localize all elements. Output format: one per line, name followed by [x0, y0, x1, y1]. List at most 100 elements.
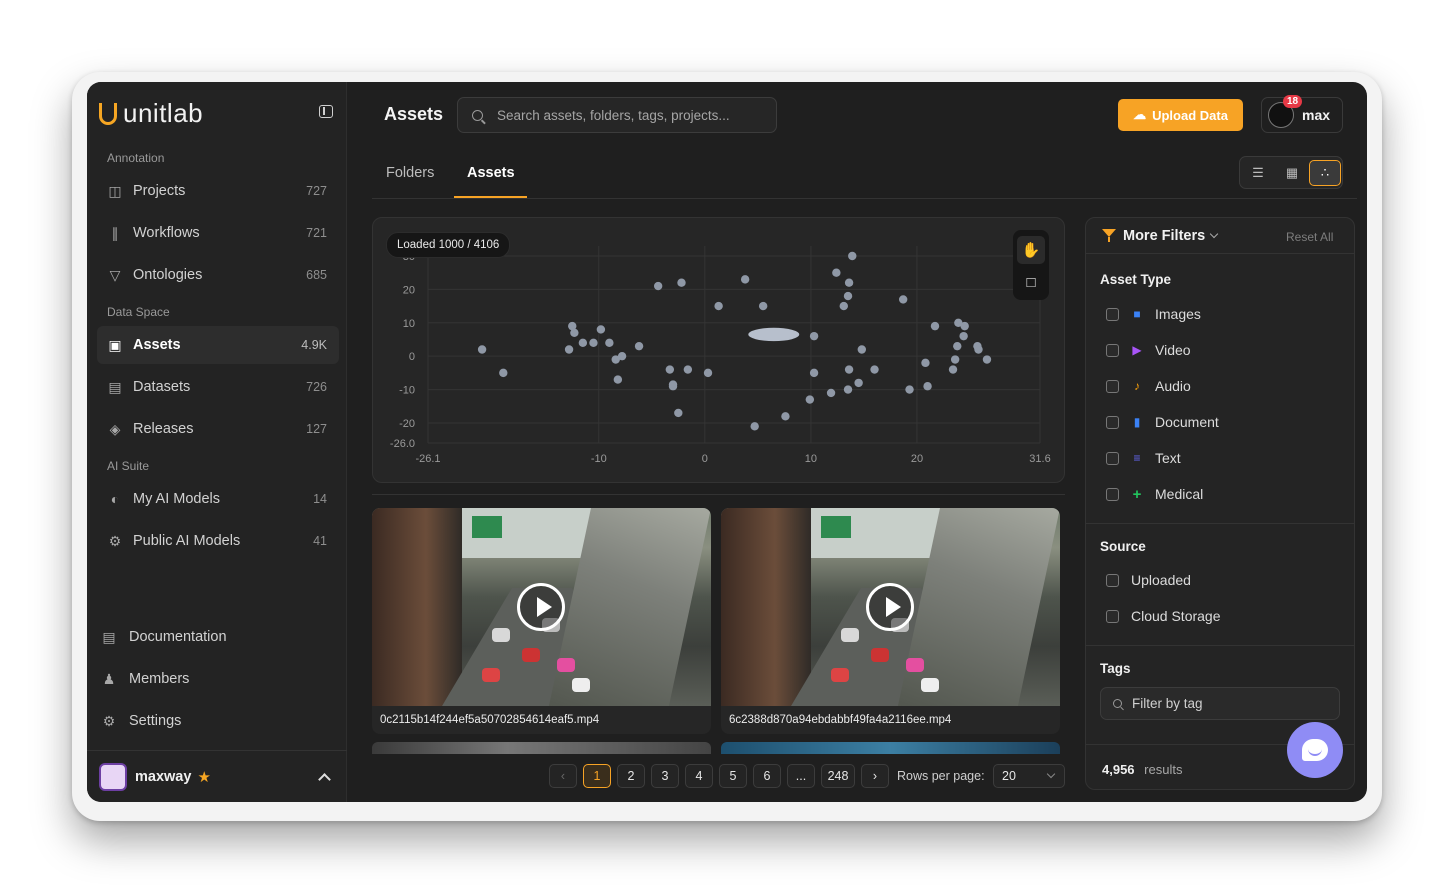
- sidebar-item-members[interactable]: ♟ Members: [101, 664, 190, 694]
- play-icon[interactable]: [517, 583, 565, 631]
- chat-support-button[interactable]: [1287, 722, 1343, 778]
- scatter-point: [758, 301, 768, 311]
- view-toggle: ☰ ▦ ∴: [1239, 156, 1343, 189]
- search-input[interactable]: [497, 107, 767, 123]
- page-ellipsis[interactable]: ...: [787, 764, 815, 788]
- releases-icon: ◈: [109, 420, 121, 437]
- x-tick-label: 20: [911, 453, 923, 465]
- projects-icon: ◫: [108, 182, 122, 199]
- scatter-point: [854, 378, 863, 388]
- sidebar-item-ontologies[interactable]: ▽ Ontologies 685: [97, 256, 339, 294]
- checkbox[interactable]: [1106, 609, 1119, 623]
- pan-hand-icon[interactable]: ✋: [1017, 236, 1045, 264]
- y-tick-label: -10: [399, 385, 415, 397]
- checkbox[interactable]: [1106, 307, 1119, 321]
- list-view-icon[interactable]: ☰: [1242, 160, 1274, 186]
- brand-name: unitlab: [123, 98, 204, 128]
- sidebar-item-count: 727: [306, 184, 327, 198]
- scatter-point: [930, 321, 940, 331]
- filters-header: More Filters Reset All: [1086, 218, 1354, 254]
- tag-filter-field[interactable]: [1100, 687, 1340, 720]
- profile-menu[interactable]: 18 max: [1261, 95, 1343, 133]
- filter-label: Cloud Storage: [1131, 608, 1221, 624]
- sidebar-item-label: Public AI Models: [133, 533, 241, 549]
- scatter-point: [740, 275, 750, 284]
- page-button[interactable]: 248: [821, 764, 855, 788]
- reset-all-button[interactable]: Reset All: [1286, 230, 1333, 244]
- checkbox[interactable]: [1106, 379, 1119, 393]
- logo[interactable]: unitlab: [99, 98, 203, 129]
- page-button[interactable]: 4: [685, 764, 713, 788]
- filter-images[interactable]: ■ Images: [1106, 304, 1201, 324]
- lasso-select-icon[interactable]: □: [1017, 268, 1045, 296]
- sidebar-item-datasets[interactable]: ▤ Datasets 726: [97, 368, 339, 406]
- active-tab-indicator: [454, 196, 527, 198]
- more-filters-toggle[interactable]: More Filters: [1123, 228, 1205, 244]
- filter-document[interactable]: ▮ Document: [1106, 412, 1219, 432]
- members-icon: ♟: [102, 670, 116, 687]
- next-page-button[interactable]: ›: [861, 764, 889, 788]
- filter-video[interactable]: ▶ Video: [1106, 340, 1191, 360]
- chevron-down-icon[interactable]: [1209, 229, 1219, 239]
- asset-type-heading: Asset Type: [1100, 272, 1172, 287]
- scatter-point: [596, 325, 606, 334]
- filter-label: Medical: [1155, 486, 1204, 502]
- scatter-point: [477, 345, 487, 354]
- upload-data-button[interactable]: ☁ Upload Data: [1118, 99, 1243, 131]
- tab-folders[interactable]: Folders: [386, 165, 434, 195]
- checkbox[interactable]: [1106, 343, 1119, 357]
- gear-icon: ⚙: [102, 712, 116, 729]
- scatter-point: [921, 358, 930, 368]
- page-button[interactable]: 6: [753, 764, 781, 788]
- divider: [1086, 645, 1354, 646]
- sidebar-item-projects[interactable]: ◫ Projects 727: [97, 172, 339, 210]
- tab-assets[interactable]: Assets: [467, 165, 515, 195]
- x-tick-label: -10: [591, 453, 607, 465]
- user-menu[interactable]: maxway ★: [87, 750, 347, 802]
- checkbox[interactable]: [1106, 487, 1119, 501]
- search-bar[interactable]: [457, 97, 777, 133]
- sidebar-item-documentation[interactable]: ▤ Documentation: [101, 622, 226, 652]
- scatter-point: [605, 338, 614, 348]
- sidebar-item-my-ai-models[interactable]: ◐ My AI Models 14: [97, 480, 339, 518]
- filter-text[interactable]: ≡ Text: [1106, 448, 1181, 468]
- sidebar-collapse-icon[interactable]: [319, 105, 333, 118]
- page-button[interactable]: 5: [719, 764, 747, 788]
- sidebar-item-settings[interactable]: ⚙ Settings: [101, 706, 182, 736]
- prev-page-button[interactable]: ‹: [549, 764, 577, 788]
- sidebar-item-assets[interactable]: ▣ Assets 4.9K: [97, 326, 339, 364]
- checkbox[interactable]: [1106, 451, 1119, 465]
- page-button[interactable]: 3: [651, 764, 679, 788]
- scatter-point: [653, 281, 663, 291]
- sidebar-item-releases[interactable]: ◈ Releases 127: [97, 410, 339, 448]
- scatter-point: [950, 355, 960, 364]
- filter-uploaded[interactable]: Uploaded: [1106, 570, 1191, 590]
- page-title: Assets: [384, 104, 444, 124]
- page-button[interactable]: 1: [583, 764, 611, 788]
- asset-card[interactable]: 0c2115b14f244ef5a50702854614eaf5.mp4: [372, 508, 711, 734]
- filters-panel: More Filters Reset All Asset Type ■ Imag…: [1085, 217, 1355, 790]
- sidebar-item-public-ai-models[interactable]: ⚙ Public AI Models 41: [97, 522, 339, 560]
- rows-per-page-select[interactable]: 20: [993, 764, 1065, 788]
- checkbox[interactable]: [1106, 415, 1119, 429]
- play-icon[interactable]: [866, 583, 914, 631]
- scatter-point: [499, 368, 508, 378]
- search-icon: [472, 109, 483, 121]
- chevron-up-icon[interactable]: [318, 772, 331, 786]
- scatter-view-icon[interactable]: ∴: [1309, 160, 1341, 186]
- scatter-point: [665, 365, 675, 374]
- grid-view-icon[interactable]: ▦: [1276, 160, 1308, 186]
- filter-medical[interactable]: + Medical: [1106, 484, 1203, 504]
- sidebar-item-count: 726: [306, 380, 327, 394]
- tag-filter-input[interactable]: [1132, 696, 1332, 711]
- sidebar-item-workflows[interactable]: ∥ Workflows 721: [97, 214, 339, 252]
- filter-cloud-storage[interactable]: Cloud Storage: [1106, 606, 1221, 626]
- divider: [1086, 523, 1354, 524]
- sidebar: unitlab Annotation ◫ Projects 727 ∥ Work…: [87, 82, 347, 802]
- loaded-count-pill: Loaded 1000 / 4106: [386, 232, 511, 258]
- asset-card[interactable]: 6c2388d870a94ebdabbf49fa4a2116ee.mp4: [721, 508, 1060, 734]
- filter-audio[interactable]: ♪ Audio: [1106, 376, 1191, 396]
- scatter-point: [923, 382, 932, 391]
- page-button[interactable]: 2: [617, 764, 645, 788]
- checkbox[interactable]: [1106, 573, 1119, 587]
